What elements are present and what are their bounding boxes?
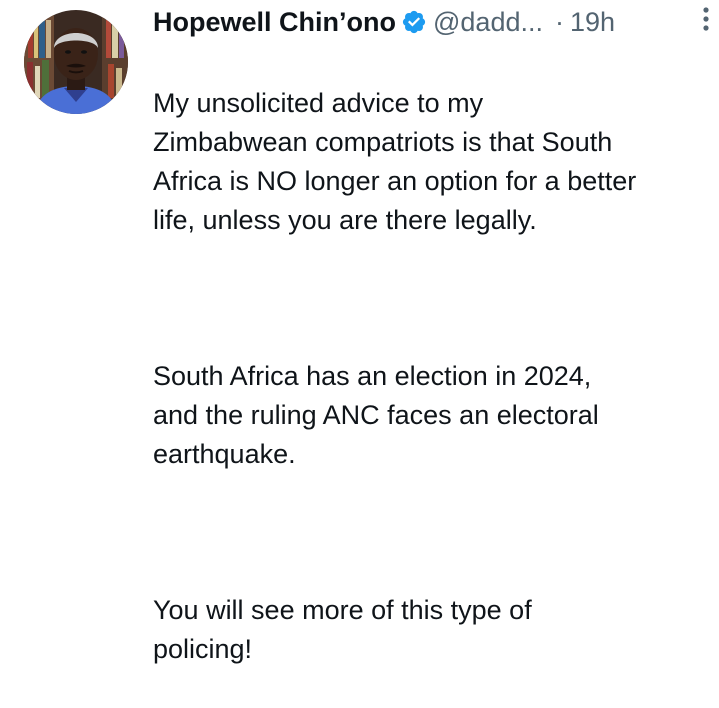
tweet-card[interactable]: Hopewell Chin’ono @dadd... · 19h My unso… — [0, 0, 719, 664]
tweet-paragraph: South Africa has an election in 2024, an… — [153, 361, 599, 469]
verified-badge-icon — [401, 9, 427, 35]
avatar-image — [24, 10, 128, 114]
separator-dot: · — [554, 7, 564, 37]
author-handle[interactable]: @dadd... — [433, 4, 543, 40]
more-options-icon[interactable] — [693, 4, 719, 34]
author-name[interactable]: Hopewell Chin’ono — [153, 4, 396, 40]
tweet-paragraph: You will see more of this type of polici… — [153, 595, 532, 664]
tweet-timestamp[interactable]: 19h — [570, 4, 615, 40]
tweet-header: Hopewell Chin’ono @dadd... · 19h — [153, 4, 698, 40]
tweet-text: My unsolicited advice to my Zimbabwean c… — [153, 45, 713, 708]
avatar[interactable] — [24, 10, 128, 114]
tweet-paragraph: My unsolicited advice to my Zimbabwean c… — [153, 88, 637, 235]
